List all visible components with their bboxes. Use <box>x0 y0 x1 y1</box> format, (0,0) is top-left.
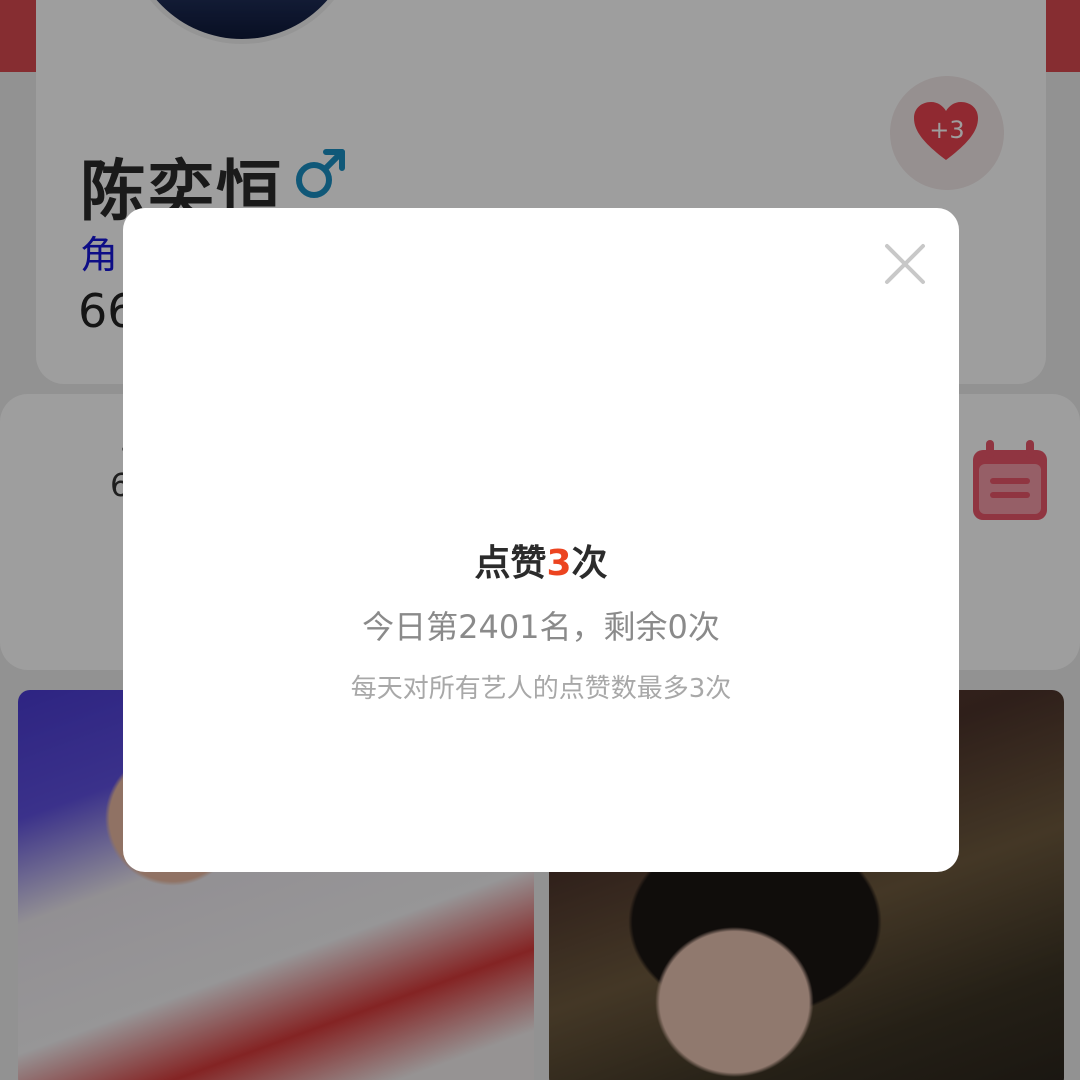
daily-limit-note: 每天对所有艺人的点赞数最多3次 <box>350 674 732 704</box>
dialog-title-prefix: 点赞 <box>474 543 547 584</box>
like-count-highlight: 3 <box>546 543 572 584</box>
daily-rank-text: 今日第2401名，剩余0次 <box>362 608 720 646</box>
close-icon[interactable] <box>879 238 931 290</box>
dialog-title: 点赞3次 <box>123 534 959 586</box>
like-result-dialog: 点赞3次 今日第2401名，剩余0次 每天对所有艺人的点赞数最多3次 <box>123 208 959 872</box>
dialog-title-suffix: 次 <box>571 543 608 584</box>
